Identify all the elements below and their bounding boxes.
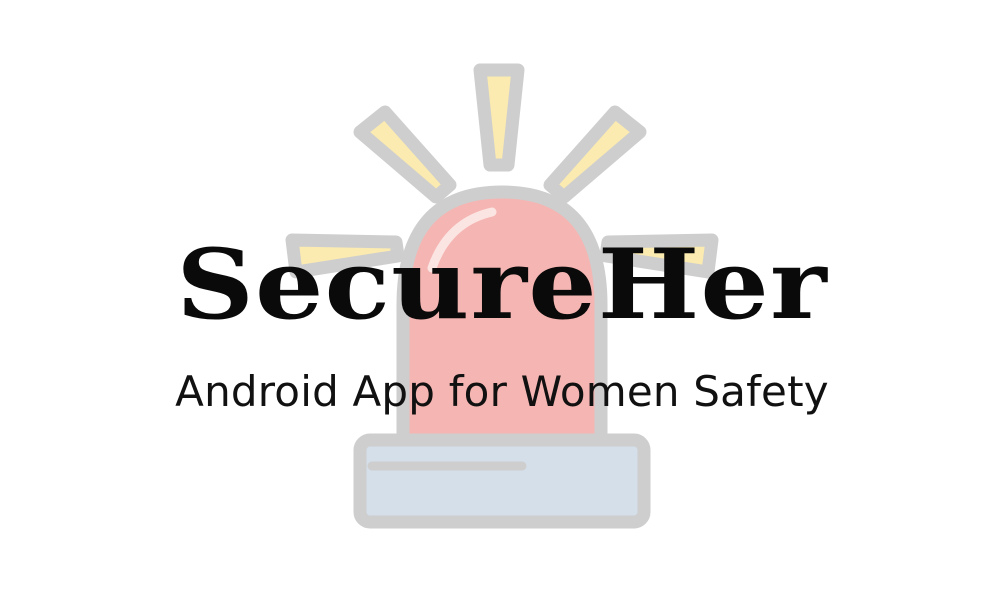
siren-ray-upper-right [543,105,647,204]
app-title: SecureHer [176,228,828,341]
siren-ray-top [473,63,525,172]
logo-banner: SecureHer Android App for Women Safety [0,0,1004,590]
app-subtitle: Android App for Women Safety [175,367,829,416]
siren-base [353,433,651,529]
siren-ray-upper-left [353,105,457,204]
